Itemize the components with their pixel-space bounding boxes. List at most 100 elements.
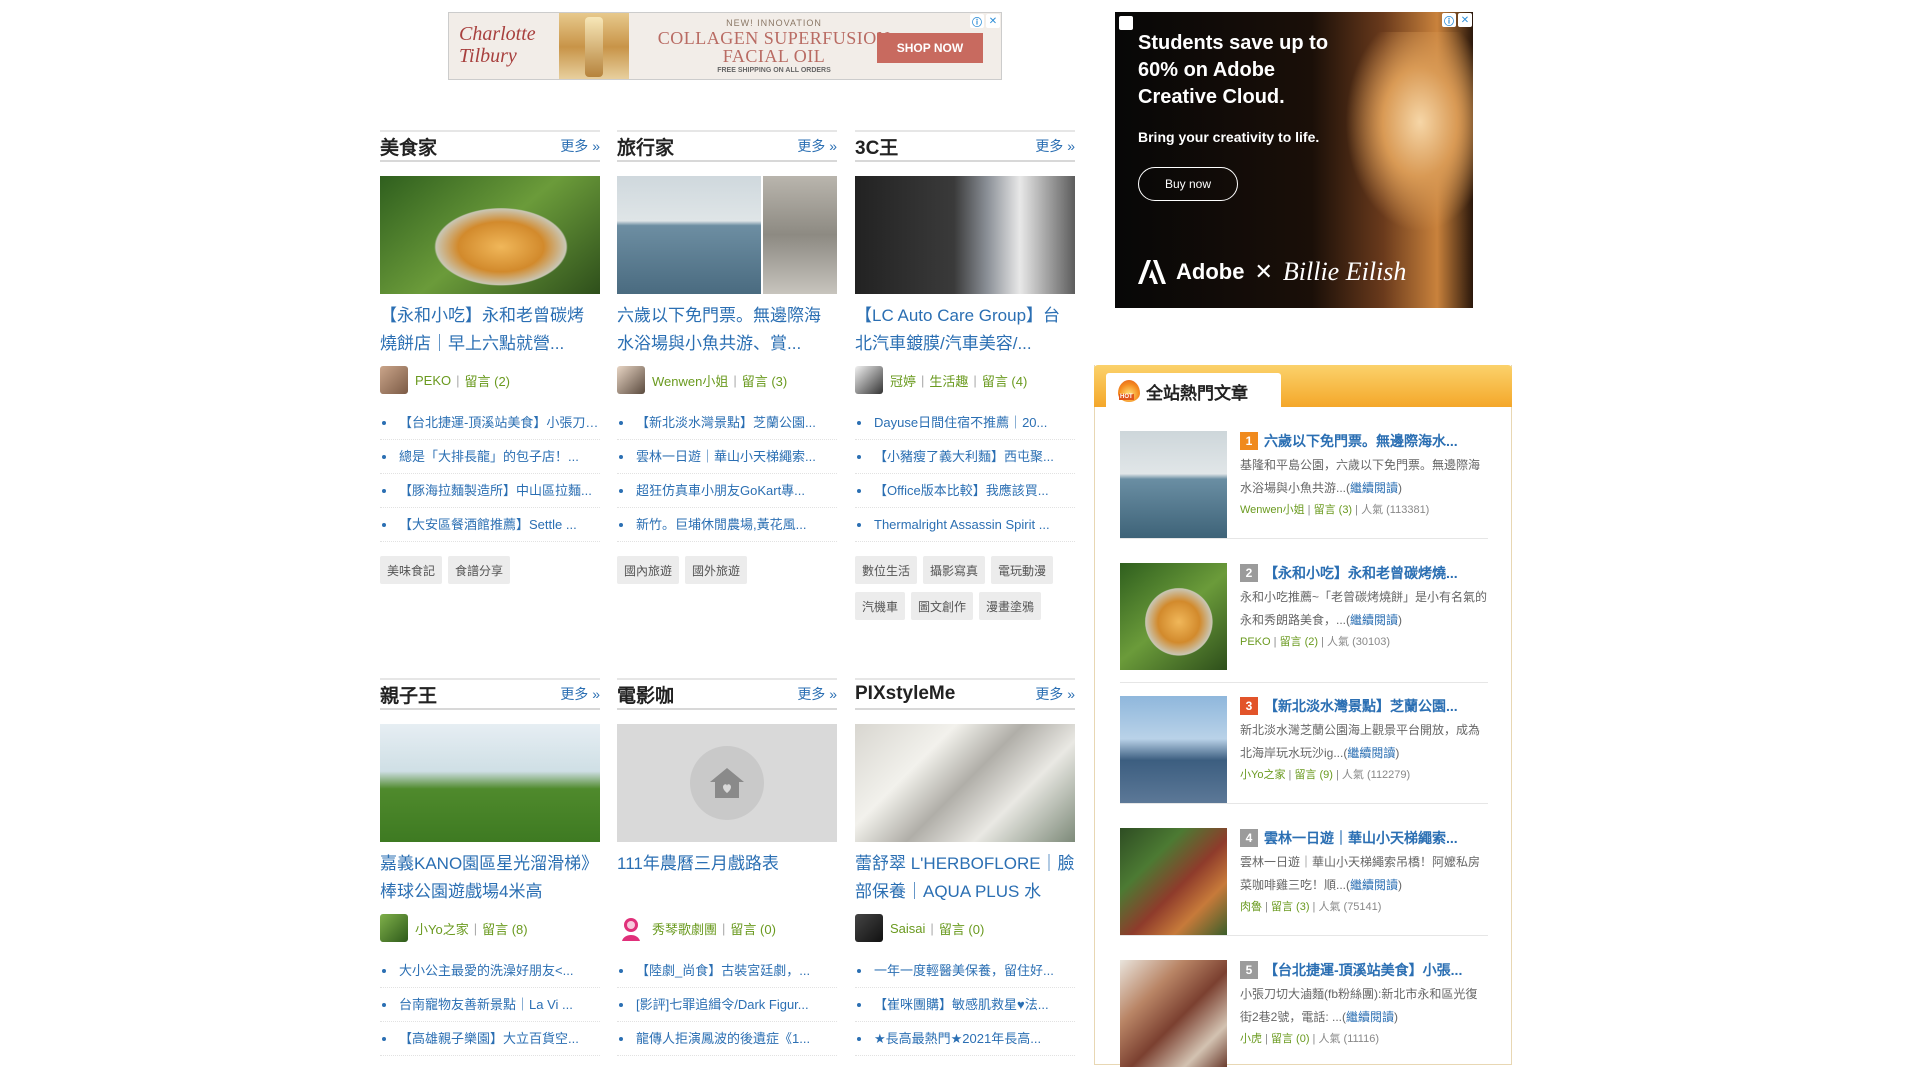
- hot-articles-tab[interactable]: 全站熱門文章: [1106, 373, 1281, 409]
- author-link[interactable]: 秀琴歌劇團: [652, 919, 717, 938]
- featured-thumbnail[interactable]: [855, 724, 1075, 842]
- author-link[interactable]: 冠婷: [890, 371, 916, 390]
- comments-link[interactable]: 留言 (2): [1280, 636, 1319, 648]
- featured-thumbnail[interactable]: [617, 724, 837, 842]
- list-item[interactable]: 【大安區餐酒館推薦】Settle ...: [380, 508, 600, 542]
- avatar[interactable]: [617, 914, 645, 942]
- top-banner-ad[interactable]: Charlotte Tilbury NEW! INNOVATION COLLAG…: [448, 12, 1002, 80]
- hot-article-thumbnail[interactable]: [1120, 960, 1227, 1067]
- featured-headline[interactable]: 【永和小吃】永和老曾碳烤燒餅店｜早上六點就營...: [380, 302, 600, 358]
- ad-info-icon[interactable]: ⓘ: [970, 14, 984, 29]
- list-item[interactable]: [影評]七罪追緝令/Dark Figur...: [617, 988, 837, 1022]
- hot-article-title[interactable]: 【永和小吃】永和老曾碳烤燒...: [1264, 563, 1458, 583]
- author-link[interactable]: Wenwen小姐: [652, 371, 728, 390]
- comments-link[interactable]: 留言 (3): [742, 371, 788, 390]
- hot-article-thumbnail[interactable]: [1120, 828, 1227, 935]
- ad-close-icon[interactable]: ✕: [986, 14, 1000, 28]
- comments-link[interactable]: 留言 (8): [482, 919, 528, 938]
- tag[interactable]: 國內旅遊: [617, 556, 680, 584]
- ad-info-icon[interactable]: ⓘ: [1442, 13, 1456, 28]
- featured-thumbnail[interactable]: [380, 724, 600, 842]
- hot-article-title[interactable]: 六歲以下免門票。無邊際海水...: [1264, 431, 1458, 451]
- avatar[interactable]: [855, 914, 883, 942]
- read-more-link[interactable]: 繼續閱讀: [1350, 481, 1398, 495]
- category-more-link[interactable]: 更多 »: [1035, 684, 1075, 704]
- hot-article-thumbnail[interactable]: [1120, 431, 1227, 538]
- read-more-link[interactable]: 繼續閱讀: [1346, 1010, 1394, 1024]
- tag[interactable]: 攝影寫真: [923, 556, 986, 584]
- author-link[interactable]: 小Yo之家: [415, 919, 469, 938]
- read-more-link[interactable]: 繼續閱讀: [1350, 878, 1398, 892]
- list-item[interactable]: 【豚海拉麵製造所】中山區拉麵...: [380, 474, 600, 508]
- list-item[interactable]: 大小公主最愛的洗澡好朋友<...: [380, 954, 600, 988]
- tag[interactable]: 數位生活: [855, 556, 918, 584]
- hot-article-title[interactable]: 【新北淡水灣景點】芝蘭公園...: [1264, 696, 1458, 716]
- list-item[interactable]: Thermalright Assassin Spirit ...: [855, 508, 1075, 542]
- sidebar-ad[interactable]: Students save up to 60% on Adobe Creativ…: [1115, 12, 1473, 308]
- list-item[interactable]: ★長高最熱門★2021年長高...: [855, 1022, 1075, 1056]
- featured-thumbnail[interactable]: [380, 176, 600, 294]
- list-item[interactable]: 超狂仿真車小朋友GoKart專...: [617, 474, 837, 508]
- category-more-link[interactable]: 更多 »: [797, 684, 837, 704]
- author-link[interactable]: PEKO: [1240, 636, 1271, 648]
- read-more-link[interactable]: 繼續閱讀: [1347, 746, 1395, 760]
- comments-link[interactable]: 留言 (4): [982, 371, 1028, 390]
- comments-link[interactable]: 留言 (0): [730, 919, 776, 938]
- list-item[interactable]: 【崔咪團購】敏感肌救星♥法...: [855, 988, 1075, 1022]
- comments-link[interactable]: 留言 (2): [465, 371, 511, 390]
- category-more-link[interactable]: 更多 »: [797, 136, 837, 156]
- list-item[interactable]: 【Office版本比較】我應該買...: [855, 474, 1075, 508]
- author-link[interactable]: 小Yo之家: [1240, 769, 1285, 781]
- tag[interactable]: 電玩動漫: [991, 556, 1054, 584]
- list-item[interactable]: 【陸劇_尚食】古裝宮廷劇，...: [617, 954, 837, 988]
- ad-close-icon[interactable]: ✕: [1458, 13, 1472, 27]
- featured-thumbnail[interactable]: [855, 176, 1075, 294]
- tag[interactable]: 圖文創作: [911, 592, 974, 620]
- tag[interactable]: 汽機車: [855, 592, 906, 620]
- author-link[interactable]: PEKO: [415, 373, 451, 388]
- comments-link[interactable]: 留言 (3): [1314, 504, 1353, 516]
- category-more-link[interactable]: 更多 »: [560, 136, 600, 156]
- list-item[interactable]: 龍傳人拒演鳳波的後遺症《1...: [617, 1022, 837, 1056]
- list-item[interactable]: 總是「大排長龍」的包子店！...: [380, 440, 600, 474]
- tag[interactable]: 漫畫塗鴉: [979, 592, 1042, 620]
- read-more-link[interactable]: 繼續閱讀: [1350, 613, 1398, 627]
- author-link[interactable]: Saisai: [890, 921, 925, 936]
- comments-link[interactable]: 留言 (0): [939, 919, 985, 938]
- hot-article-title[interactable]: 雲林一日遊｜華山小天梯繩索...: [1264, 828, 1458, 848]
- featured-headline[interactable]: 蕾舒翠 L'HERBOFLORE｜臉部保養｜AQUA PLUS 水: [855, 850, 1075, 906]
- comments-link[interactable]: 留言 (3): [1271, 901, 1310, 913]
- category-more-link[interactable]: 更多 »: [560, 684, 600, 704]
- list-item[interactable]: 【小豬瘦了義大利麵】西屯聚...: [855, 440, 1075, 474]
- list-item[interactable]: 雲林一日遊｜華山小天梯繩索...: [617, 440, 837, 474]
- ad-shop-now-button[interactable]: SHOP NOW: [877, 33, 983, 63]
- featured-thumbnail[interactable]: [617, 176, 837, 294]
- tag[interactable]: 國外旅遊: [685, 556, 748, 584]
- featured-headline[interactable]: 【LC Auto Care Group】台北汽車鍍膜/汽車美容/...: [855, 302, 1075, 358]
- author-link[interactable]: 肉魯: [1240, 901, 1262, 913]
- featured-headline[interactable]: 六歲以下免門票。無邊際海水浴場與小魚共游、賞...: [617, 302, 837, 358]
- list-item[interactable]: 【新北淡水灣景點】芝蘭公園...: [617, 406, 837, 440]
- list-item[interactable]: Dayuse日間住宿不推薦｜20...: [855, 406, 1075, 440]
- ad-buy-now-button[interactable]: Buy now: [1138, 167, 1238, 201]
- list-item[interactable]: 【高雄親子樂園】大立百貨空...: [380, 1022, 600, 1056]
- author-link[interactable]: Wenwen小姐: [1240, 504, 1305, 516]
- hot-article-title[interactable]: 【台北捷運-頂溪站美食】小張...: [1264, 960, 1462, 980]
- hot-article-thumbnail[interactable]: [1120, 696, 1227, 803]
- hot-article-thumbnail[interactable]: [1120, 563, 1227, 670]
- category-more-link[interactable]: 更多 »: [1035, 136, 1075, 156]
- author-blog-link[interactable]: 生活趣: [929, 371, 968, 390]
- avatar[interactable]: [855, 366, 883, 394]
- avatar[interactable]: [617, 366, 645, 394]
- tag[interactable]: 美味食記: [380, 556, 443, 584]
- featured-headline[interactable]: 111年農曆三月戲路表: [617, 850, 837, 906]
- avatar[interactable]: [380, 366, 408, 394]
- comments-link[interactable]: 留言 (9): [1294, 769, 1333, 781]
- list-item[interactable]: 新竹。巨埔休閒農場,黃花風...: [617, 508, 837, 542]
- list-item[interactable]: 【台北捷運-頂溪站美食】小張刀切大滷麵...: [380, 406, 600, 440]
- author-link[interactable]: 小虎: [1240, 1033, 1262, 1045]
- tag[interactable]: 食譜分享: [448, 556, 511, 584]
- comments-link[interactable]: 留言 (0): [1271, 1033, 1310, 1045]
- featured-headline[interactable]: 嘉義KANO園區星光溜滑梯》棒球公園遊戲場4米高: [380, 850, 600, 906]
- avatar[interactable]: [380, 914, 408, 942]
